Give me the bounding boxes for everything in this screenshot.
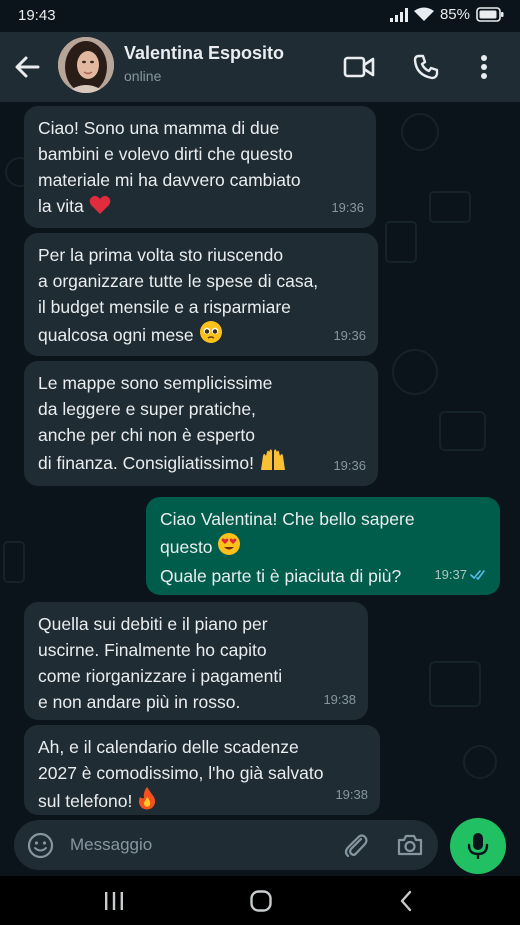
voice-message-button[interactable] bbox=[450, 818, 506, 874]
message-time: 19:36 bbox=[333, 328, 366, 343]
message-input[interactable]: Messaggio bbox=[14, 820, 438, 870]
signal-icon bbox=[389, 7, 408, 22]
more-options-button[interactable] bbox=[467, 50, 501, 84]
wifi-icon bbox=[413, 7, 434, 21]
camera-icon[interactable] bbox=[396, 833, 424, 857]
emoji-icon[interactable] bbox=[27, 832, 54, 859]
recents-icon bbox=[105, 892, 123, 910]
message-bubble[interactable]: Per la prima volta sto riuscendo a organ… bbox=[24, 233, 378, 356]
battery-icon bbox=[476, 7, 504, 22]
message-text: Quella sui debiti e il piano per uscirne… bbox=[38, 614, 283, 712]
message-placeholder: Messaggio bbox=[70, 835, 153, 854]
home-button[interactable] bbox=[241, 884, 281, 918]
contact-name[interactable]: Valentina Esposito bbox=[124, 43, 284, 64]
phone-icon bbox=[413, 54, 439, 80]
more-vert-icon bbox=[481, 55, 487, 79]
message-bubble[interactable]: Ah, e il calendario delle scadenze 2027 … bbox=[24, 725, 380, 815]
message-list[interactable]: Ciao! Sono una mamma di due bambini e vo… bbox=[0, 102, 520, 816]
back-arrow-icon bbox=[15, 56, 40, 78]
message-text: Ah, e il calendario delle scadenze 2027 … bbox=[38, 737, 324, 811]
back-nav-icon bbox=[400, 890, 412, 912]
avatar[interactable] bbox=[58, 37, 114, 93]
video-call-icon bbox=[343, 56, 375, 78]
heart-eyes-emoji bbox=[217, 532, 241, 563]
message-time: 19:38 bbox=[323, 692, 356, 707]
message-time: 19:38 bbox=[335, 787, 368, 802]
message-text: Per la prima volta sto riuscendo a organ… bbox=[38, 245, 319, 345]
message-bubble[interactable]: Quella sui debiti e il piano per uscirne… bbox=[24, 602, 368, 720]
message-time: 19:36 bbox=[331, 200, 364, 215]
raising-hands-emoji bbox=[259, 448, 287, 479]
status-bar: 19:43 85% bbox=[0, 0, 520, 32]
composer: Messaggio bbox=[0, 816, 520, 876]
voice-call-button[interactable] bbox=[409, 50, 443, 84]
attach-icon[interactable] bbox=[342, 832, 370, 860]
back-button[interactable] bbox=[12, 52, 42, 82]
message-bubble-outgoing[interactable]: Ciao Valentina! Che bello sapere questo … bbox=[146, 497, 500, 595]
back-nav-button[interactable] bbox=[386, 884, 426, 918]
red-heart-emoji bbox=[89, 195, 111, 222]
home-icon bbox=[250, 890, 272, 912]
pleading-face-emoji bbox=[199, 320, 223, 351]
status-icons: 85% bbox=[389, 6, 504, 23]
message-bubble[interactable]: Ciao! Sono una mamma di due bambini e vo… bbox=[24, 106, 376, 228]
mic-icon bbox=[467, 833, 489, 859]
contact-status: online bbox=[124, 68, 162, 84]
message-time: 19:37 bbox=[434, 567, 467, 582]
read-receipt-icon bbox=[470, 570, 485, 580]
message-meta: 19:37 bbox=[434, 562, 488, 588]
status-time: 19:43 bbox=[18, 7, 56, 24]
recents-button[interactable] bbox=[94, 884, 134, 918]
message-text: Ciao! Sono una mamma di due bambini e vo… bbox=[38, 118, 301, 216]
chat-header: Valentina Esposito online bbox=[0, 32, 520, 102]
system-nav-bar bbox=[0, 876, 520, 925]
avatar-photo bbox=[58, 37, 114, 93]
fire-emoji bbox=[137, 786, 157, 816]
message-bubble[interactable]: Le mappe sono semplicissime da leggere e… bbox=[24, 361, 378, 486]
video-call-button[interactable] bbox=[342, 50, 376, 84]
battery-percentage: 85% bbox=[439, 6, 470, 23]
message-time: 19:36 bbox=[333, 458, 366, 473]
message-text: Le mappe sono semplicissime da leggere e… bbox=[38, 373, 273, 473]
